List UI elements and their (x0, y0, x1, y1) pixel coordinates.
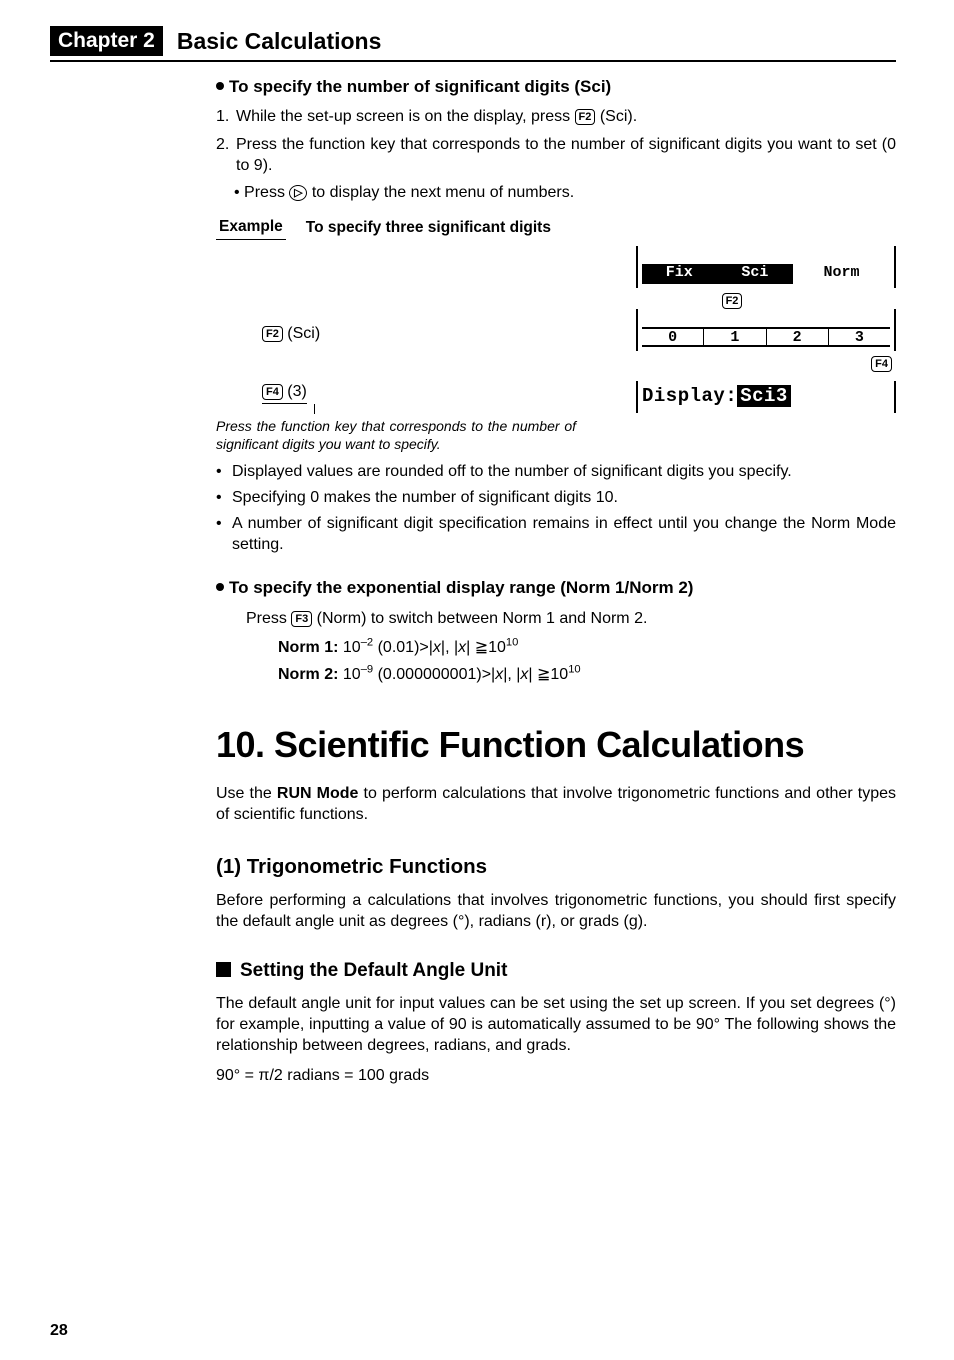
sci-heading: To specify the number of significant dig… (216, 76, 896, 98)
step-number: 2. (216, 134, 236, 176)
example-text: To specify three significant digits (306, 217, 551, 238)
norm-heading: To specify the exponential display range… (216, 577, 896, 599)
step-number: 1. (216, 106, 236, 127)
lcd-display-3: Display:Sci3 (636, 381, 896, 413)
lcd-text-inverted: Sci3 (737, 385, 791, 407)
example-note: Press the function key that corresponds … (216, 417, 576, 453)
key-f2: F2 (575, 109, 596, 125)
sci-heading-text: To specify the number of significant dig… (229, 77, 611, 96)
key-below: F4 (636, 353, 896, 374)
lcd-cell: 1 (704, 329, 766, 347)
lcd-cell: 0 (642, 329, 704, 347)
step-text: Press the function key that corresponds … (236, 134, 896, 176)
key-f2: F2 (722, 293, 743, 309)
square-icon (216, 962, 231, 977)
angle-heading: Setting the Default Angle Unit (216, 958, 896, 983)
trig-heading: (1) Trigonometric Functions (216, 853, 896, 880)
list-item: Displayed values are rounded off to the … (232, 461, 896, 482)
key-f4: F4 (871, 356, 892, 372)
norm-heading-text: To specify the exponential display range… (229, 578, 693, 597)
lcd-display-1: Fix Sci Norm (636, 246, 896, 288)
list-item: A number of significant digit specificat… (232, 513, 896, 555)
norm-body: Press F3 (Norm) to switch between Norm 1… (246, 608, 896, 629)
chapter-header: Chapter 2 Basic Calculations (50, 26, 896, 56)
lcd-cell: Norm (793, 264, 890, 284)
lcd-cell: 2 (767, 329, 829, 347)
sub-bullet: • Press ▷ to display the next menu of nu… (234, 182, 896, 203)
norm2-line: Norm 2: 10–9 (0.000000001)>|x|, |x| ≧101… (278, 664, 896, 685)
connector-line (314, 404, 315, 414)
section-intro: Use the RUN Mode to perform calculations… (216, 783, 896, 825)
bullet-icon (216, 82, 224, 90)
lcd-display-2: 0 1 2 3 (636, 309, 896, 351)
example-row: Example To specify three significant dig… (216, 217, 896, 240)
example-label: Example (216, 217, 286, 240)
bullet-icon (216, 583, 224, 591)
sci-steps: 1. While the set-up screen is on the dis… (216, 106, 896, 175)
lcd-cell: 3 (829, 329, 890, 347)
step-text: While the set-up screen is on the displa… (236, 106, 896, 127)
key-f3: F3 (291, 611, 312, 627)
page-number: 28 (50, 1322, 68, 1340)
key-f2: F2 (262, 326, 283, 342)
lcd-cell: Sci (718, 264, 794, 284)
angle-formula: 90° = π/2 radians = 100 grads (216, 1065, 896, 1086)
lcd-text: Display: (642, 385, 737, 407)
action-suffix: (Sci) (283, 325, 320, 342)
section-title: 10. Scientific Function Calculations (216, 721, 896, 769)
list-item: Specifying 0 makes the number of signifi… (232, 487, 896, 508)
key-f4: F4 (262, 384, 283, 400)
key-right-arrow: ▷ (289, 185, 307, 201)
key-below: F2 (636, 290, 896, 311)
lcd-cell: Fix (642, 264, 718, 284)
trig-body: Before performing a calculations that in… (216, 890, 896, 932)
chapter-title: Basic Calculations (177, 28, 382, 55)
divider (50, 60, 896, 62)
chapter-badge: Chapter 2 (50, 26, 163, 56)
angle-body: The default angle unit for input values … (216, 993, 896, 1056)
action-suffix: (3) (283, 383, 307, 400)
norm1-line: Norm 1: 10–2 (0.01)>|x|, |x| ≧1010 (278, 637, 896, 658)
